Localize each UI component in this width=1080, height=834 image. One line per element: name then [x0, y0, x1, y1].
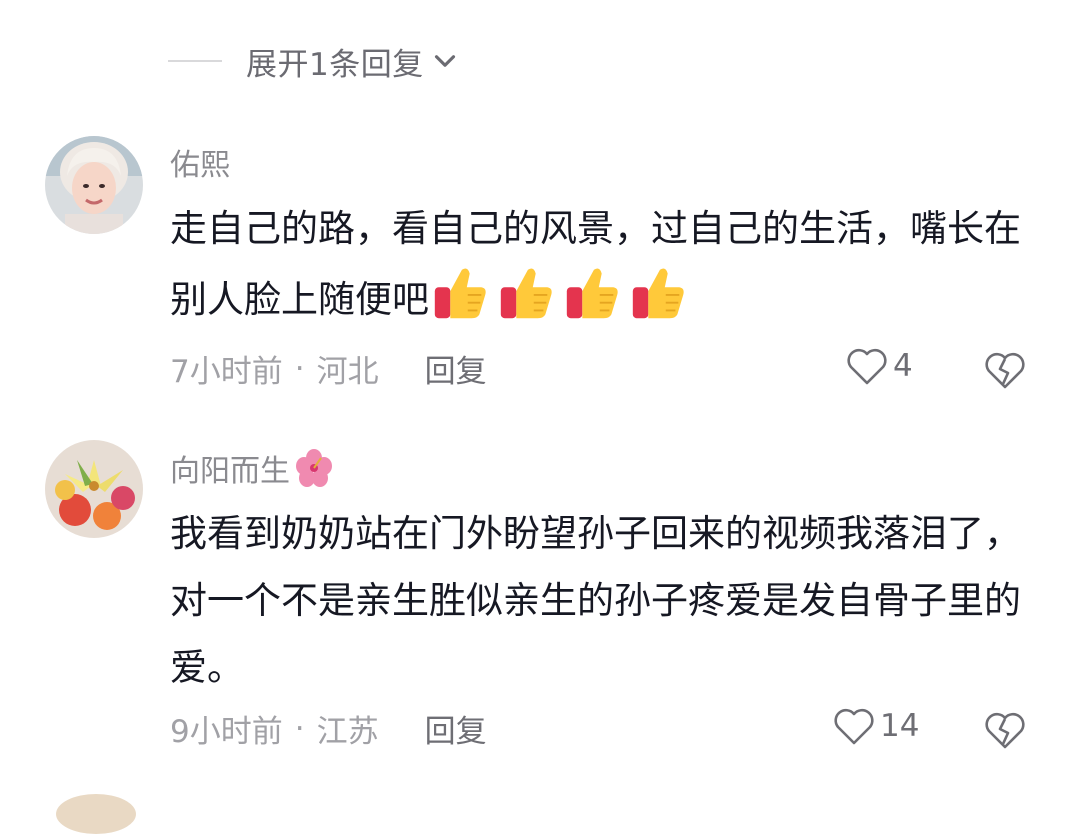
chevron-down-icon — [434, 55, 455, 67]
divider-line — [168, 60, 222, 62]
reply-button[interactable]: 回复 — [425, 346, 487, 391]
comment-time: 9小时前 — [170, 714, 283, 750]
expand-replies-label: 展开1条回复 — [246, 46, 424, 83]
like-count: 14 — [880, 708, 920, 744]
like-button[interactable]: 4 — [845, 346, 913, 386]
heart-icon — [847, 348, 887, 385]
reply-button[interactable]: 回复 — [425, 706, 487, 751]
comment-location: 河北 — [316, 354, 379, 390]
dislike-broken-heart-icon[interactable] — [983, 710, 1027, 750]
thumbs-up-emoji-icon — [500, 268, 552, 319]
emoji-group — [429, 268, 693, 321]
like-count: 4 — [893, 348, 913, 384]
comment-author[interactable]: 佑熙 — [170, 140, 230, 184]
avatar[interactable] — [45, 440, 143, 538]
comment-time: 7小时前 — [170, 354, 283, 390]
hibiscus-emoji-icon — [296, 449, 332, 487]
comment-meta: 9小时前 · 江苏 回复 — [170, 706, 487, 751]
thumbs-up-emoji-icon — [434, 268, 486, 319]
comment-text: 我看到奶奶站在门外盼望孙子回来的视频我落泪了，对一个不是亲生胜似亲生的孙子疼爱是… — [170, 500, 1050, 701]
thumbs-up-emoji-icon — [632, 268, 684, 319]
meta-separator: · — [294, 710, 305, 747]
comment-location: 江苏 — [316, 714, 379, 750]
author-name[interactable]: 佑熙 — [170, 140, 230, 184]
like-button[interactable]: 14 — [832, 706, 919, 746]
thumbs-up-emoji-icon — [566, 268, 618, 319]
comment-text: 走自己的路，看自己的风景，过自己的生活，嘴长在别人脸上随便吧 — [170, 195, 1050, 333]
author-name[interactable]: 向阳而生 — [170, 446, 290, 490]
meta-separator: · — [294, 350, 305, 387]
expand-replies-button[interactable]: 展开1条回复 — [168, 38, 462, 84]
heart-icon — [834, 708, 874, 745]
comment-text-content: 我看到奶奶站在门外盼望孙子回来的视频我落泪了，对一个不是亲生胜似亲生的孙子疼爱是… — [170, 512, 1021, 689]
dislike-broken-heart-icon[interactable] — [983, 350, 1027, 390]
avatar[interactable] — [45, 136, 143, 234]
comment-meta: 7小时前 · 河北 回复 — [170, 346, 487, 391]
avatar[interactable] — [56, 794, 136, 834]
comment-author[interactable]: 向阳而生 — [170, 446, 334, 490]
